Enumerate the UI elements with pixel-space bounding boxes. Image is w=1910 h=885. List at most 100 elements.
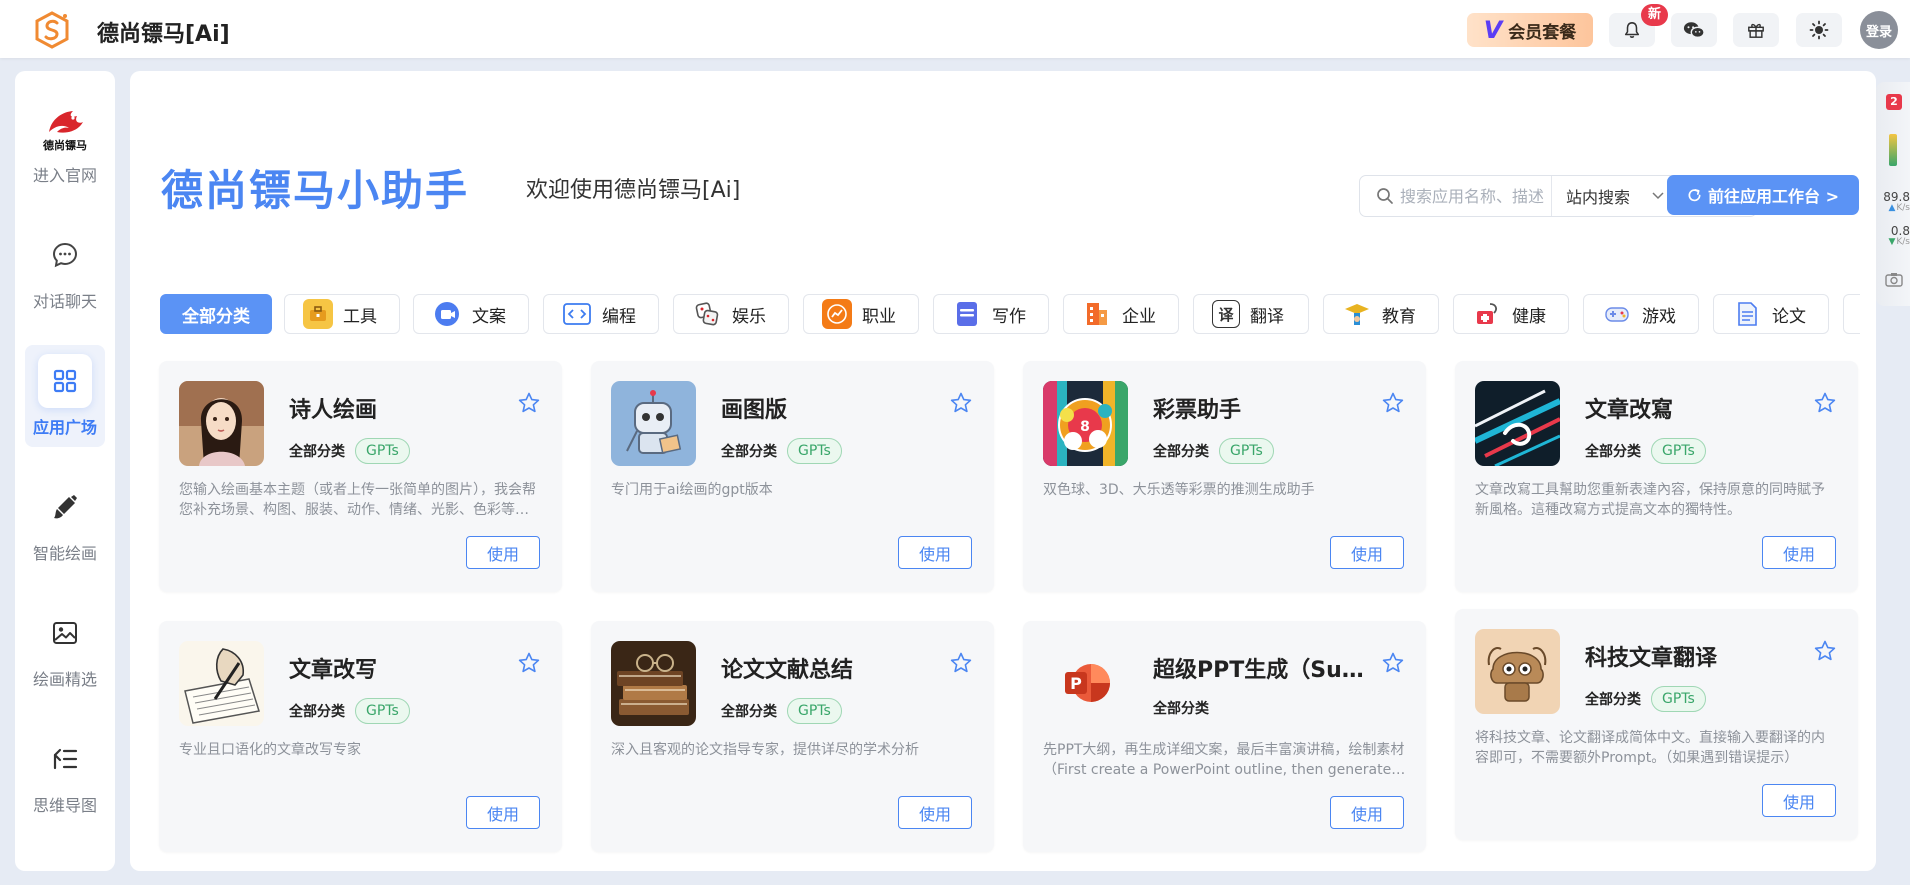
app-card[interactable]: 科技文章翻译 全部分类 GPTs 将科技文章、论文翻译成简体中文。直接输入要翻译… [1455, 609, 1858, 840]
tab-more[interactable] [1843, 294, 1860, 334]
search-input[interactable] [1398, 176, 1552, 216]
app-description: 专门用于ai绘画的gpt版本 [611, 482, 773, 498]
app-description: 双色球、3D、大乐透等彩票的推测生成助手 [1043, 482, 1315, 498]
goto-workbench-button[interactable]: 前往应用工作台 > [1667, 175, 1859, 215]
tab-copywriting[interactable]: 文案 [413, 294, 529, 334]
app-card[interactable]: 论文文献总结 全部分类 GPTs 深入且客观的论文指导专家，提供详尽的学术分析 … [591, 621, 994, 852]
download-row: ▼ K/s [1878, 237, 1910, 247]
wechat-button[interactable] [1671, 13, 1717, 47]
category-tabs: 全部分类 工具 文案 编程 娱乐 职业 写作 企业 译 翻译 教育 健康 游戏 … [160, 294, 1860, 336]
widget-count-badge: 2 [1886, 94, 1902, 110]
star-icon[interactable] [949, 391, 973, 415]
chart-icon [822, 299, 852, 329]
use-button[interactable]: 使用 [1330, 796, 1404, 829]
tab-writing[interactable]: 写作 [933, 294, 1049, 334]
tab-career[interactable]: 职业 [803, 294, 919, 334]
tab-tools[interactable]: 工具 [284, 294, 400, 334]
camera-icon[interactable] [1885, 272, 1903, 287]
upload-row: ▲ K/s [1878, 203, 1910, 213]
use-button[interactable]: 使用 [898, 796, 972, 829]
sidebar-item-gallery[interactable]: 绘画精选 [25, 597, 105, 699]
app-meta: 全部分类 GPTs [1585, 686, 1706, 712]
sidebar-item-mindmap[interactable]: 思维导图 [25, 723, 105, 825]
app-card[interactable]: P 超级PPT生成（SuperPPT） 全部分类 先PPT大纲，再生成详细文案，… [1023, 621, 1426, 852]
use-button[interactable]: 使用 [466, 796, 540, 829]
tab-game[interactable]: 游戏 [1583, 294, 1699, 334]
signal-bar-icon [1889, 134, 1897, 166]
vip-button[interactable]: V 会员套餐 [1467, 13, 1593, 47]
app-thumbnail-poet [179, 381, 264, 466]
brand-name: 德尚镖马[Ai] [97, 22, 230, 47]
graduation-icon [1342, 299, 1372, 329]
wechat-icon [1683, 22, 1705, 39]
tab-education[interactable]: 教育 [1323, 294, 1439, 334]
svg-text:8: 8 [1080, 419, 1090, 435]
goto-workbench-label: 前往应用工作台 > [1708, 187, 1839, 206]
use-button[interactable]: 使用 [1762, 536, 1836, 569]
app-category: 全部分类 [721, 704, 777, 720]
gift-icon [1748, 23, 1764, 38]
tab-entertainment[interactable]: 娱乐 [673, 294, 789, 334]
star-icon[interactable] [1381, 391, 1405, 415]
star-icon[interactable] [517, 651, 541, 675]
search-scope-select[interactable]: 站内搜索 [1551, 176, 1676, 216]
tab-label: 游戏 [1642, 306, 1676, 327]
paper-icon [1732, 299, 1762, 329]
theme-toggle-button[interactable] [1796, 13, 1842, 47]
app-thumbnail-writing [179, 641, 264, 726]
tab-label: 工具 [343, 306, 377, 327]
star-icon[interactable] [517, 391, 541, 415]
gpts-badge: GPTs [1651, 438, 1706, 464]
code-icon [562, 299, 592, 329]
app-title: 文章改写 [289, 658, 378, 683]
app-description: 将科技文章、论文翻译成简体中文。直接输入要翻译的内容即可，不需要额外Prompt… [1475, 730, 1825, 766]
app-category: 全部分类 [1585, 692, 1641, 708]
tab-label: 论文 [1772, 306, 1806, 327]
app-thumbnail-drawing [611, 381, 696, 466]
star-icon[interactable] [1381, 651, 1405, 675]
tab-paper[interactable]: 论文 [1713, 294, 1829, 334]
dice-icon [692, 299, 722, 329]
chat-bubble-icon [38, 228, 92, 282]
app-card[interactable]: 8 彩票助手 全部分类 GPTs 双色球、3D、大乐透等彩票的推测生成助手 使用 [1023, 361, 1426, 592]
app-card[interactable]: 诗人绘画 全部分类 GPTs 您输入绘画基本主题（或者上传一张简单的图片），我会… [159, 361, 562, 592]
building-icon [1082, 299, 1112, 329]
network-speed-widget[interactable]: 2 89.8 ▲ K/s 0.8 ▼ K/s [1876, 82, 1910, 306]
main-panel: 德尚镖马小助手 欢迎使用德尚镖马[Ai] 站内搜索 前往应用工作台 > 全部分类 [130, 71, 1876, 871]
use-button[interactable]: 使用 [466, 536, 540, 569]
tab-translation[interactable]: 译 翻译 [1193, 294, 1309, 334]
app-card[interactable]: 文章改寫 全部分类 GPTs 文章改寫工具幫助您重新表達內容，保持原意的同時賦予… [1455, 361, 1858, 592]
use-button[interactable]: 使用 [1762, 784, 1836, 817]
search-scope-label: 站内搜索 [1566, 188, 1631, 207]
brush-icon [38, 480, 92, 534]
star-icon[interactable] [949, 651, 973, 675]
tab-enterprise[interactable]: 企业 [1063, 294, 1179, 334]
app-category: 全部分类 [1585, 444, 1641, 460]
app-card[interactable]: 画图版 全部分类 GPTs 专门用于ai绘画的gpt版本 使用 [591, 361, 994, 592]
tab-all[interactable]: 全部分类 [160, 294, 272, 334]
app-description: 专业且口语化的文章改写专家 [179, 742, 361, 758]
star-icon[interactable] [1813, 391, 1837, 415]
sidebar-item-label: 对话聊天 [32, 292, 97, 311]
app-category: 全部分类 [721, 444, 777, 460]
tab-label: 翻译 [1250, 306, 1284, 327]
search-icon [1377, 188, 1393, 204]
app-card[interactable]: 文章改写 全部分类 GPTs 专业且口语化的文章改写专家 使用 [159, 621, 562, 852]
gift-button[interactable] [1733, 13, 1779, 47]
sidebar-item-chat[interactable]: 对话聊天 [25, 219, 105, 321]
gpts-badge: GPTs [787, 698, 842, 724]
sidebar-item-official-site[interactable]: 德尚镖马 进入官网 [25, 93, 105, 195]
star-icon[interactable] [1813, 639, 1837, 663]
sidebar-item-smart-drawing[interactable]: 智能绘画 [25, 471, 105, 573]
use-button[interactable]: 使用 [898, 536, 972, 569]
login-avatar[interactable]: 登录 [1860, 11, 1898, 49]
download-unit: K/s [1896, 237, 1910, 247]
app-logo-icon[interactable] [32, 10, 72, 50]
use-button[interactable]: 使用 [1330, 536, 1404, 569]
tab-programming[interactable]: 编程 [543, 294, 659, 334]
tab-health[interactable]: 健康 [1453, 294, 1569, 334]
vip-label: 会员套餐 [1508, 22, 1577, 43]
tab-label: 文案 [472, 306, 506, 327]
video-icon [432, 299, 462, 329]
sidebar-item-app-square[interactable]: 应用广场 [25, 345, 105, 447]
